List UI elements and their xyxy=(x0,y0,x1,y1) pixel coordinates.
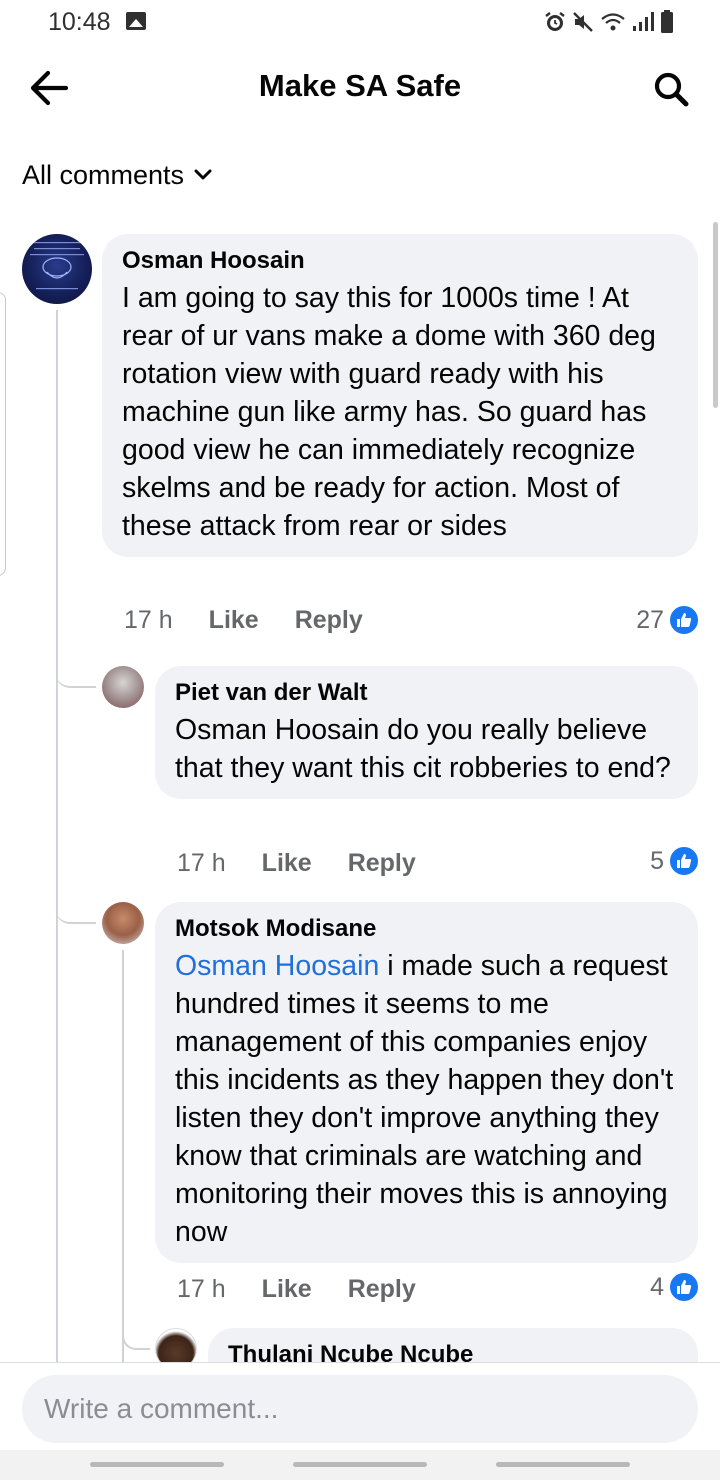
chevron-down-icon xyxy=(194,169,212,180)
like-button[interactable]: Like xyxy=(262,849,312,878)
thread-connector-piet xyxy=(56,656,96,688)
thread-line-motsok xyxy=(122,950,124,1362)
reply-button[interactable]: Reply xyxy=(348,1275,416,1304)
comment-composer xyxy=(0,1362,720,1480)
comment-time[interactable]: 17 h xyxy=(177,1275,226,1304)
comment-bubble[interactable]: Piet van der Walt Osman Hoosain do you r… xyxy=(155,666,698,799)
system-nav-bar xyxy=(0,1450,720,1480)
page-title: Make SA Safe xyxy=(258,68,462,103)
thread-connector-thulani xyxy=(122,1320,150,1350)
avatar[interactable] xyxy=(102,902,144,944)
comment-author[interactable]: Piet van der Walt xyxy=(175,679,678,707)
search-button[interactable] xyxy=(648,66,694,112)
comment-filter-label: All comments xyxy=(22,159,185,190)
like-count: 4 xyxy=(650,1272,664,1301)
avatar-image xyxy=(30,242,84,290)
status-time: 10:48 xyxy=(48,8,111,36)
reaction-count[interactable]: 27 xyxy=(636,604,700,636)
edge-panel-handle[interactable] xyxy=(0,292,6,576)
thumbs-up-icon xyxy=(668,845,700,877)
comment-author[interactable]: Motsok Modisane xyxy=(175,915,678,943)
reply-button[interactable]: Reply xyxy=(295,606,363,635)
comment-actions: 17 h Like Reply xyxy=(177,849,416,878)
alarm-icon xyxy=(545,12,565,31)
nav-back-indicator[interactable] xyxy=(496,1462,630,1467)
thread-connector-motsok xyxy=(56,892,96,924)
status-icons xyxy=(544,10,674,34)
signal-icon xyxy=(633,12,654,31)
comment-bubble[interactable]: Osman Hoosain I am going to say this for… xyxy=(102,234,698,557)
comment-author[interactable]: Osman Hoosain xyxy=(122,247,678,275)
reaction-count[interactable]: 5 xyxy=(650,845,700,877)
thumbs-up-icon xyxy=(668,604,700,636)
avatar[interactable] xyxy=(102,666,144,708)
scrollbar[interactable] xyxy=(713,222,718,408)
like-count: 5 xyxy=(650,846,664,875)
search-icon xyxy=(654,72,689,107)
like-count: 27 xyxy=(636,605,664,634)
like-button[interactable]: Like xyxy=(209,606,259,635)
comment-actions: 17 h Like Reply xyxy=(124,606,363,635)
status-bar: 10:48 xyxy=(0,0,720,44)
mute-icon xyxy=(573,12,593,32)
nav-recents-indicator[interactable] xyxy=(90,1462,224,1467)
comment-actions: 17 h Like Reply xyxy=(177,1275,416,1304)
mention-link[interactable]: Osman Hoosain xyxy=(175,950,379,982)
reaction-count[interactable]: 4 xyxy=(650,1271,700,1303)
comment-text: Osman Hoosain i made such a request hund… xyxy=(175,947,678,1251)
like-button[interactable]: Like xyxy=(262,1275,312,1304)
thumbs-up-icon xyxy=(668,1271,700,1303)
thread-line-main xyxy=(56,310,58,1362)
nav-home-indicator[interactable] xyxy=(293,1462,427,1467)
comment-input[interactable] xyxy=(22,1375,698,1443)
app-header: Make SA Safe xyxy=(0,48,720,128)
comment-text: I am going to say this for 1000s time ! … xyxy=(122,282,656,542)
reply-button[interactable]: Reply xyxy=(348,849,416,878)
avatar[interactable] xyxy=(22,234,92,304)
comment-time[interactable]: 17 h xyxy=(177,849,226,878)
comment-time[interactable]: 17 h xyxy=(124,606,173,635)
battery-icon xyxy=(661,10,673,33)
wifi-icon xyxy=(601,13,625,31)
gallery-icon xyxy=(126,12,146,30)
comment-text: Osman Hoosain do you really believe that… xyxy=(175,714,671,784)
comment-body: i made such a request hundred times it s… xyxy=(175,950,674,1248)
comment-filter-dropdown[interactable]: All comments xyxy=(22,158,212,192)
comment-bubble[interactable]: Motsok Modisane Osman Hoosain i made suc… xyxy=(155,902,698,1263)
